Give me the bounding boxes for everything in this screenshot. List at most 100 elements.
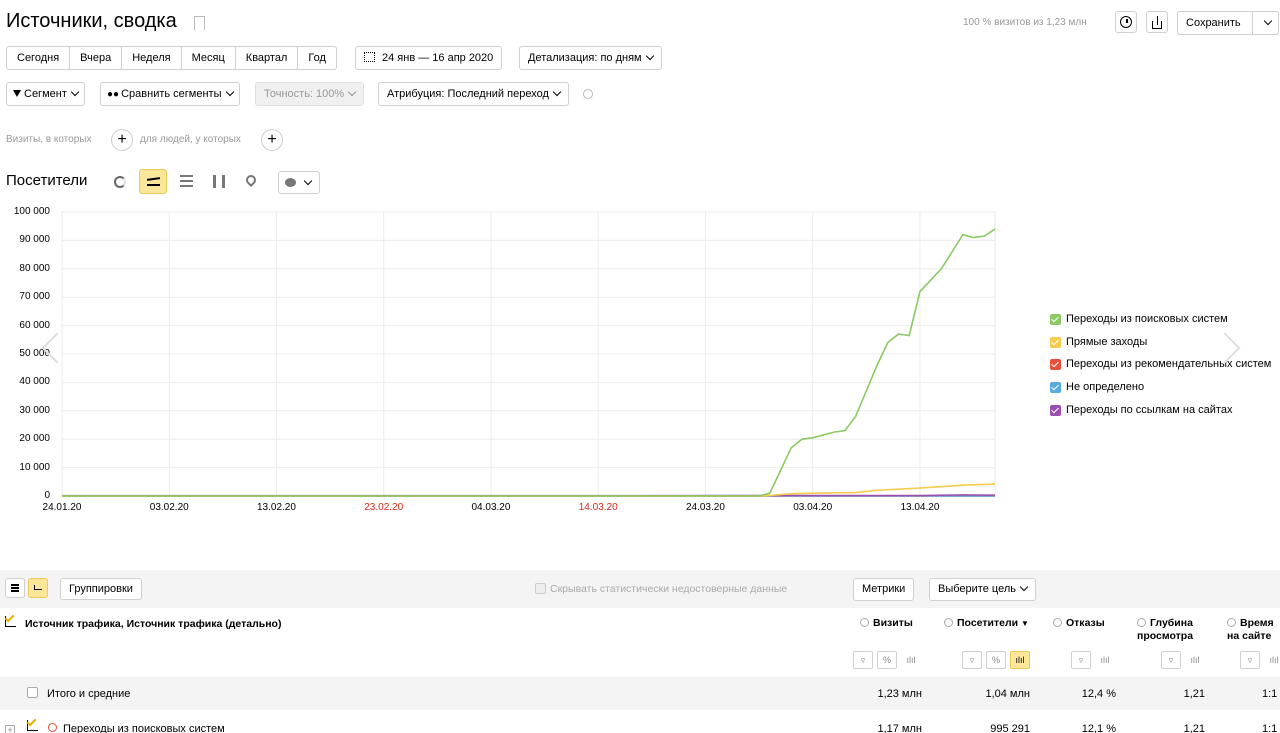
legend-item[interactable]: Переходы из поисковых систем (1050, 313, 1228, 325)
x-tick-label: 24.03.20 (685, 502, 725, 513)
column-visits[interactable]: Визиты (860, 617, 913, 630)
row-bounces: 12,1 % (1081, 723, 1116, 733)
metrics-button[interactable]: Метрики (853, 578, 915, 601)
row-visitors: 995 291 (990, 723, 1030, 733)
legend-checkbox-icon[interactable] (1050, 381, 1061, 393)
y-tick-label: 100 000 (13, 206, 50, 217)
detail-dropdown[interactable]: Детализация: по дням (519, 46, 662, 70)
legend-checkbox-icon[interactable] (1050, 358, 1061, 370)
add-visit-condition-button[interactable]: + (111, 129, 133, 151)
legend-label: Переходы из рекомендательных систем (1066, 358, 1272, 370)
x-tick-label: 03.04.20 (793, 502, 833, 513)
info-icon (1227, 618, 1236, 627)
info-icon (944, 618, 953, 627)
period-today[interactable]: Сегодня (7, 47, 71, 69)
filter-icon[interactable]: ▿ (1240, 651, 1260, 669)
expand-row-icon[interactable]: + (5, 725, 15, 733)
compare-segments-button[interactable]: ●● Сравнить сегменты (100, 82, 240, 106)
attribution-dropdown[interactable]: Атрибуция: Последний переход (378, 82, 569, 106)
legend-item[interactable]: Не определено (1050, 381, 1144, 393)
legend-checkbox-icon[interactable] (1050, 336, 1061, 348)
bar-chart-type-icon[interactable] (213, 175, 225, 188)
dimension-header[interactable]: Источник трафика, Источник трафика (дета… (25, 618, 281, 631)
info-icon (860, 618, 869, 627)
y-tick-label: 10 000 (19, 461, 50, 473)
hide-unreliable-checkbox[interactable] (535, 583, 546, 594)
x-tick-label: 13.02.20 (257, 502, 296, 513)
column-depth[interactable]: Глубина просмотра (1137, 617, 1207, 643)
legend-checkbox-icon[interactable] (1050, 404, 1061, 416)
legend-item[interactable]: Прямые заходы (1050, 336, 1147, 348)
accuracy-dropdown[interactable]: Точность: 100% (255, 82, 365, 106)
x-tick-label: 04.03.20 (471, 502, 511, 513)
legend-item[interactable]: Переходы по ссылкам на сайтах (1050, 404, 1232, 416)
filter-icon[interactable]: ▿ (962, 651, 982, 669)
percent-icon[interactable]: % (986, 651, 1006, 669)
legend-item[interactable]: Переходы из рекомендательных систем (1050, 358, 1271, 370)
map-chart-type-icon[interactable] (243, 172, 259, 188)
y-tick-label: 80 000 (19, 262, 50, 274)
y-tick-label: 60 000 (19, 319, 50, 331)
x-tick-label: 13.04.20 (900, 502, 940, 513)
bars-icon[interactable]: ılıl (1095, 651, 1115, 669)
annotations-dropdown[interactable] (278, 171, 320, 194)
row-depth: 1,21 (1183, 723, 1205, 733)
pie-chart-type-icon[interactable] (114, 176, 126, 188)
export-icon[interactable] (1146, 11, 1168, 33)
legend-label: Переходы из поисковых систем (1066, 313, 1228, 325)
goal-dropdown[interactable]: Выберите цель (929, 578, 1036, 601)
totals-checkbox[interactable] (27, 687, 38, 698)
segment-button[interactable]: Сегмент (6, 82, 85, 106)
row-checkbox-icon[interactable] (26, 716, 38, 731)
date-range-button[interactable]: 24 янв — 16 апр 2020 (355, 46, 503, 70)
y-tick-label: 0 (44, 490, 50, 501)
legend-checkbox-icon[interactable] (1050, 313, 1061, 325)
filter-icon[interactable]: ▿ (1071, 651, 1091, 669)
help-icon[interactable] (583, 89, 593, 99)
bars-icon[interactable]: ılıl (1010, 651, 1030, 669)
tree-view-icon[interactable] (28, 578, 48, 598)
save-button[interactable]: Сохранить (1177, 11, 1279, 35)
comment-icon (285, 178, 296, 187)
bars-icon[interactable]: ılıl (1264, 651, 1280, 669)
clock-icon[interactable] (1115, 11, 1137, 33)
x-tick-label: 03.02.20 (149, 502, 189, 513)
bars-icon[interactable]: ılıl (1185, 651, 1205, 669)
bookmark-icon[interactable] (194, 16, 205, 30)
info-icon (1053, 618, 1062, 627)
groupings-button[interactable]: Группировки (60, 578, 142, 600)
y-tick-label: 30 000 (19, 404, 50, 416)
line-chart (61, 211, 996, 497)
row-label[interactable]: Переходы из поисковых систем (63, 723, 225, 733)
list-view-icon[interactable] (5, 578, 25, 598)
column-time[interactable]: Время на сайте (1227, 617, 1280, 643)
filter-icon[interactable]: ▿ (853, 651, 873, 669)
period-month[interactable]: Месяц (182, 47, 236, 69)
chart-title: Посетители (6, 172, 88, 189)
series-line (62, 483, 996, 497)
visits-condition-label: Визиты, в которых (6, 134, 92, 145)
period-quarter[interactable]: Квартал (236, 47, 299, 69)
column-visitors[interactable]: Посетители ▼ (944, 617, 1029, 630)
period-selector[interactable]: Сегодня Вчера Неделя Месяц Квартал Год (6, 46, 337, 70)
chevron-down-icon (1263, 16, 1273, 26)
column-bounces[interactable]: Отказы (1053, 617, 1105, 630)
area-chart-type-icon[interactable] (180, 175, 193, 187)
chevron-down-icon (552, 87, 562, 97)
period-yesterday[interactable]: Вчера (70, 47, 123, 69)
y-tick-label: 70 000 (19, 291, 50, 303)
line-chart-type-icon[interactable] (139, 169, 167, 194)
add-people-condition-button[interactable]: + (261, 129, 283, 151)
y-tick-label: 40 000 (19, 376, 50, 388)
compare-icon: ●● (107, 89, 120, 100)
bars-icon[interactable]: ılıl (901, 651, 921, 669)
dimension-checkbox-icon[interactable] (4, 612, 16, 627)
chevron-down-icon (645, 51, 654, 61)
x-tick-label: 23.02.20 (364, 502, 404, 513)
percent-icon[interactable]: % (877, 651, 897, 669)
chevron-down-icon (70, 87, 80, 97)
hide-unreliable-label: Скрывать статистически недостоверные дан… (550, 583, 788, 595)
period-year[interactable]: Год (298, 47, 336, 69)
filter-icon[interactable]: ▿ (1161, 651, 1181, 669)
period-week[interactable]: Неделя (122, 47, 182, 69)
